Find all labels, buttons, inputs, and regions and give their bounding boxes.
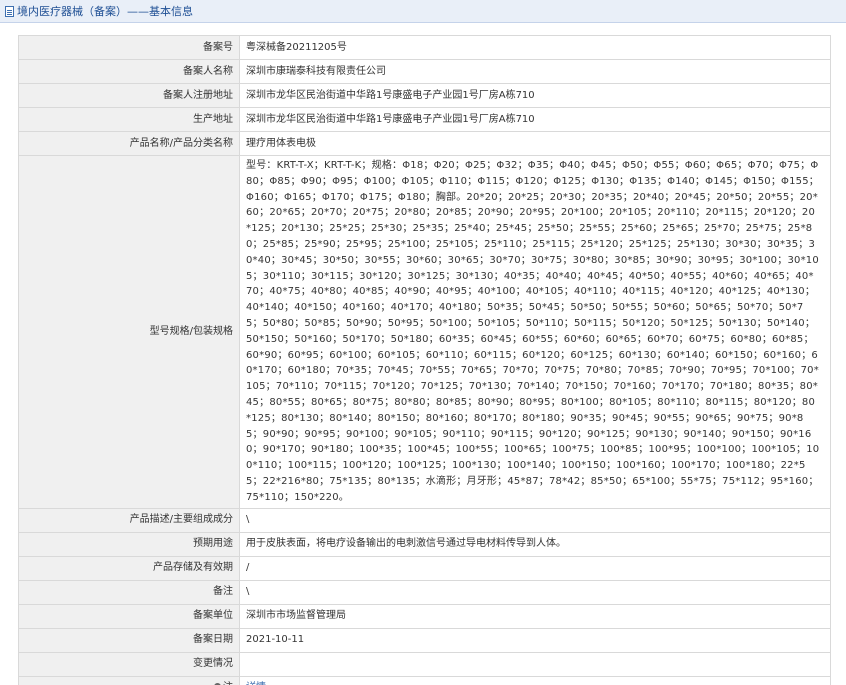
spec-value: 型号：KRT-T-X；KRT-T-K；规格：Φ18；Φ20；Φ25；Φ32；Φ3… [239, 155, 831, 509]
row-value: 深圳市龙华区民治街道中华路1号康盛电子产业园1号厂房A栋710 [239, 83, 831, 108]
row-value: 粤深械备20211205号 [239, 35, 831, 60]
row-value: / [239, 555, 831, 581]
row-value: 2021-10-11 [239, 627, 831, 653]
document-icon [5, 5, 14, 17]
page-title: 境内医疗器械（备案）——基本信息 [17, 5, 193, 18]
row-value: 深圳市龙华区民治街道中华路1号康盛电子产业园1号厂房A栋710 [239, 107, 831, 132]
row-label: 型号规格/包装规格 [18, 155, 240, 509]
row-label: 变更情况 [18, 651, 240, 677]
row-label: 备注 [18, 579, 240, 605]
table-row: 备案人注册地址 深圳市龙华区民治街道中华路1号康盛电子产业园1号厂房A栋710 [18, 83, 831, 108]
table-row: 生产地址 深圳市龙华区民治街道中华路1号康盛电子产业园1号厂房A栋710 [18, 107, 831, 132]
table-row: 备注 \ [18, 579, 831, 605]
row-label: 备案号 [18, 35, 240, 60]
table-row: 型号规格/包装规格 型号：KRT-T-X；KRT-T-K；规格：Φ18；Φ20；… [18, 155, 831, 509]
table-row: 备案号 粤深械备20211205号 [18, 35, 831, 60]
table-row: 备案人名称 深圳市康瑞泰科技有限责任公司 [18, 59, 831, 84]
table-row: 产品存储及有效期 / [18, 555, 831, 581]
table-row: 备案单位 深圳市市场监督管理局 [18, 603, 831, 629]
table-row: 变更情况 [18, 651, 831, 677]
table-row: 备案日期 2021-10-11 [18, 627, 831, 653]
row-value: 深圳市市场监督管理局 [239, 603, 831, 629]
row-value: 用于皮肤表面，将电疗设备输出的电刺激信号通过导电材料传导到人体。 [239, 531, 831, 557]
row-label: 产品存储及有效期 [18, 555, 240, 581]
row-value: 理疗用体表电极 [239, 131, 831, 156]
row-label: 生产地址 [18, 107, 240, 132]
row-label: 备案人名称 [18, 59, 240, 84]
table-row: 注 详情 [18, 675, 831, 685]
row-value: \ [239, 579, 831, 605]
row-value: 深圳市康瑞泰科技有限责任公司 [239, 59, 831, 84]
row-value: \ [239, 507, 831, 533]
table-row: 预期用途 用于皮肤表面，将电疗设备输出的电刺激信号通过导电材料传导到人体。 [18, 531, 831, 557]
row-label: 备案人注册地址 [18, 83, 240, 108]
row-label: 产品描述/主要组成成分 [18, 507, 240, 533]
row-value: 详情 [239, 675, 831, 685]
info-table: 备案号 粤深械备20211205号 备案人名称 深圳市康瑞泰科技有限责任公司 备… [18, 35, 831, 685]
table-row: 产品名称/产品分类名称 理疗用体表电极 [18, 131, 831, 156]
row-value [239, 651, 831, 677]
row-label: 备案单位 [18, 603, 240, 629]
note-label: 注 [18, 675, 240, 685]
row-label: 产品名称/产品分类名称 [18, 131, 240, 156]
table-row: 产品描述/主要组成成分 \ [18, 507, 831, 533]
row-label: 预期用途 [18, 531, 240, 557]
row-label: 备案日期 [18, 627, 240, 653]
page-header: 境内医疗器械（备案）——基本信息 [0, 0, 846, 23]
